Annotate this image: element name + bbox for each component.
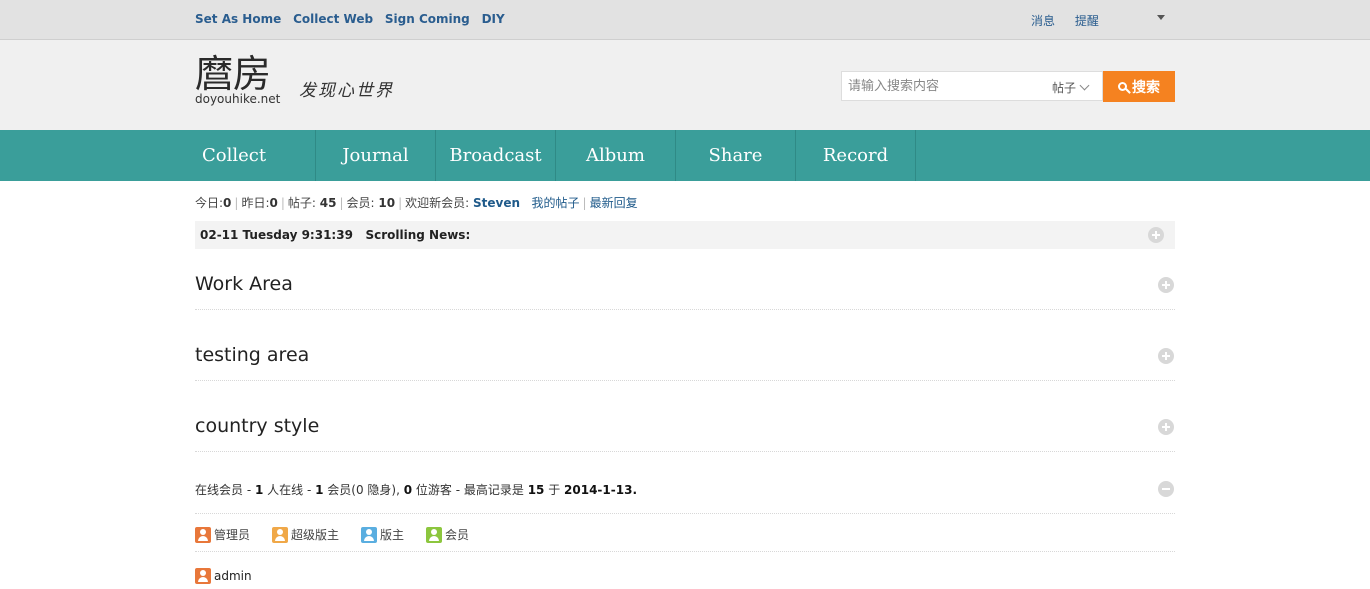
legend-member: 会员	[426, 526, 469, 543]
diy-link[interactable]: DIY	[482, 12, 505, 26]
top-links: Set As Home Collect Web Sign Coming DIY	[195, 12, 513, 26]
today-label: 今日:	[195, 196, 224, 210]
admin-user-icon	[195, 526, 211, 543]
divider: |	[582, 196, 587, 210]
sign-coming-link[interactable]: Sign Coming	[385, 12, 470, 26]
online-text: 位游客 - 最高记录是	[412, 483, 528, 497]
record-count: 15	[527, 483, 545, 497]
legend-admin: 管理员	[195, 526, 250, 543]
today-count: 0	[223, 196, 232, 210]
legend-label: 版主	[380, 528, 405, 542]
top-bar: Set As Home Collect Web Sign Coming DIY …	[0, 0, 1370, 40]
moderator-user-icon	[361, 526, 378, 543]
yesterday-label: 昨日:	[241, 196, 270, 210]
latest-replies-link[interactable]: 最新回复	[590, 196, 638, 210]
nav-journal[interactable]: Journal	[316, 130, 436, 181]
super-moderator-user-icon	[272, 526, 289, 543]
nav-album[interactable]: Album	[556, 130, 676, 181]
divider: |	[339, 196, 344, 210]
chevron-down-icon[interactable]	[1157, 15, 1165, 20]
search-type-label: 帖子	[1052, 81, 1077, 95]
expand-icon[interactable]	[1158, 277, 1174, 293]
notifications-link[interactable]: 提醒	[1075, 14, 1099, 28]
member-legend: 管理员 超级版主 版主 会员	[195, 526, 491, 543]
legend-label: 超级版主	[291, 528, 340, 542]
legend-moderator: 版主	[361, 526, 404, 543]
nav-share[interactable]: Share	[676, 130, 796, 181]
search-button[interactable]: 搜索	[1103, 71, 1175, 102]
logo-domain: doyouhike.net	[195, 92, 281, 106]
online-text: 会员(0 隐身),	[323, 483, 404, 497]
section-country-style: country style	[195, 403, 1175, 452]
search-icon	[1118, 82, 1127, 91]
set-as-home-link[interactable]: Set As Home	[195, 12, 281, 26]
divider: |	[234, 196, 239, 210]
header: 麿房 doyouhike.net 发现心世界 帖子 搜索	[0, 40, 1370, 130]
news-datetime: 02-11 Tuesday 9:31:39	[200, 228, 353, 242]
legend-label: 会员	[445, 528, 470, 542]
divider	[195, 551, 1175, 552]
record-date: 2014-1-13	[564, 483, 633, 497]
welcome-label: 欢迎新会员:	[405, 196, 470, 210]
collect-web-link[interactable]: Collect Web	[293, 12, 373, 26]
section-testing-area: testing area	[195, 332, 1175, 381]
divider: |	[398, 196, 403, 210]
online-text: .	[632, 483, 638, 497]
section-work-area: Work Area	[195, 261, 1175, 310]
posts-label: 帖子:	[287, 196, 316, 210]
new-member-link[interactable]: Steven	[473, 196, 520, 210]
section-title[interactable]: Work Area	[195, 273, 293, 295]
members-count: 10	[378, 196, 396, 210]
section-title[interactable]: country style	[195, 415, 319, 437]
user-links: 消息 提醒	[1031, 12, 1115, 29]
my-posts-link[interactable]: 我的帖子	[532, 196, 580, 210]
nav-collect-posts[interactable]: Collect Posts	[195, 130, 316, 217]
collapse-icon[interactable]	[1158, 481, 1174, 497]
expand-icon[interactable]	[1148, 227, 1164, 243]
online-members-summary: 在线会员 - 1 人在线 - 1 会员(0 隐身), 0 位游客 - 最高记录是…	[195, 481, 637, 498]
content: 今日:0 | 昨日:0 | 帖子: 45 | 会员: 10 | 欢迎新会员: Steven 我的…	[195, 181, 1175, 589]
section-title[interactable]: testing area	[195, 344, 309, 366]
posts-count: 45	[319, 196, 337, 210]
search-type-select[interactable]: 帖子	[1052, 79, 1090, 96]
legend-super-moderator: 超级版主	[272, 526, 339, 543]
admin-user-icon	[195, 568, 211, 584]
online-member[interactable]: admin	[195, 568, 252, 584]
divider: |	[280, 196, 285, 210]
messages-link[interactable]: 消息	[1031, 14, 1055, 28]
guest-count: 0	[403, 483, 413, 497]
chevron-down-icon	[1079, 80, 1090, 91]
news-text: 02-11 Tuesday 9:31:39 Scrolling News:	[200, 228, 470, 242]
search-box: 帖子	[841, 71, 1103, 101]
expand-icon[interactable]	[1158, 419, 1174, 435]
search-button-label: 搜索	[1132, 79, 1160, 96]
yesterday-count: 0	[269, 196, 278, 210]
site-logo[interactable]: 麿房 doyouhike.net	[195, 54, 280, 106]
member-user-icon	[426, 526, 443, 543]
online-prefix: 在线会员 -	[195, 483, 255, 497]
main-nav: Collect Posts Journal Broadcast Album Sh…	[0, 130, 1370, 217]
members-label: 会员:	[346, 196, 375, 210]
online-text: 人在线 -	[263, 483, 316, 497]
slogan: 发现心世界	[299, 81, 394, 101]
logo-text: 麿房	[195, 52, 272, 96]
nav-broadcast[interactable]: Broadcast	[436, 130, 556, 181]
member-name[interactable]: admin	[214, 569, 252, 583]
legend-label: 管理员	[214, 528, 251, 542]
news-bar: 02-11 Tuesday 9:31:39 Scrolling News:	[195, 221, 1175, 249]
online-text: 于	[544, 483, 565, 497]
nav-record[interactable]: Record	[796, 130, 916, 181]
news-label: Scrolling News:	[365, 228, 471, 242]
search-input[interactable]	[842, 72, 1048, 100]
expand-icon[interactable]	[1158, 348, 1174, 364]
forum-stats: 今日:0 | 昨日:0 | 帖子: 45 | 会员: 10 | 欢迎新会员: Steven 我的…	[195, 194, 638, 211]
divider	[195, 513, 1175, 514]
